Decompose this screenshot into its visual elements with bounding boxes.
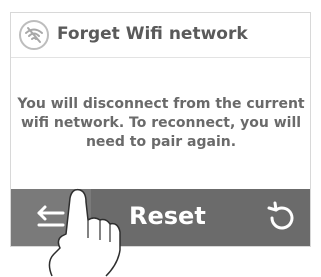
forget-wifi-dialog: Forget Wifi network You will disconnect … bbox=[10, 12, 311, 247]
reset-icon[interactable] bbox=[263, 199, 301, 237]
dialog-header: Forget Wifi network bbox=[11, 13, 310, 58]
wifi-off-icon bbox=[19, 20, 49, 50]
back-arrow-icon bbox=[37, 205, 65, 226]
dialog-title: Forget Wifi network bbox=[57, 24, 248, 44]
dialog-footer: Reset bbox=[11, 189, 310, 246]
dialog-message: You will disconnect from the current wif… bbox=[17, 96, 305, 150]
back-button[interactable] bbox=[11, 189, 91, 246]
reset-button[interactable]: Reset bbox=[129, 202, 206, 230]
